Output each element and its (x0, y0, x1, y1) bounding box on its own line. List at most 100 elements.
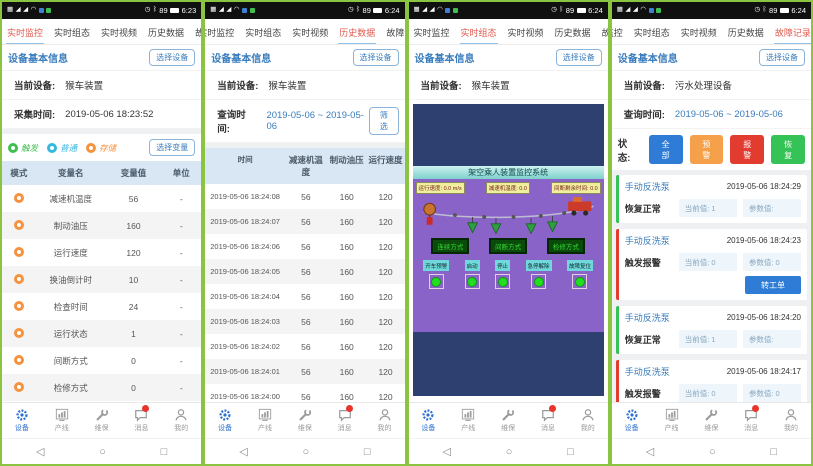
android-back-button[interactable]: ◁ (36, 445, 44, 458)
query-time-range[interactable]: 2019-05-06 ~ 2019-05-06 (266, 110, 369, 132)
android-recents-button[interactable]: □ (567, 446, 574, 458)
tab-realtime-video[interactable]: 实时视频 (680, 19, 718, 45)
tab-fault-record[interactable]: 故障记录 (385, 19, 404, 45)
fault-card: 手动反洗泵 2019-05-06 18:24:17 触发报警 当前值: 0 参数… (616, 360, 807, 402)
mode-intermittent-button[interactable]: 间断方式 (489, 238, 527, 254)
mode-continuous-button[interactable]: 连续方式 (431, 238, 469, 254)
nav-item-production-line[interactable]: 产线 (42, 408, 82, 433)
nav-item-profile[interactable]: 我的 (365, 408, 405, 433)
fault-reset-lamp[interactable] (572, 274, 587, 289)
android-home-button[interactable]: ○ (99, 446, 106, 458)
android-back-button[interactable]: ◁ (646, 445, 654, 458)
filter-restore-button[interactable]: 恢复 (771, 135, 805, 164)
android-home-button[interactable]: ○ (506, 446, 513, 458)
fault-timestamp: 2019-05-06 18:24:17 (727, 367, 801, 376)
tab-realtime-video[interactable]: 实时视频 (100, 19, 138, 45)
tab-realtime-monitor[interactable]: 实时监控 (6, 19, 44, 45)
tab-fault-record[interactable]: 故障记录 (774, 19, 811, 45)
stop-lamp[interactable] (495, 274, 510, 289)
gear-icon (625, 408, 639, 422)
param-value-field: 参数值: 0 (743, 253, 801, 271)
notification-icon (649, 8, 654, 13)
status-time: 6:24 (588, 6, 603, 15)
nav-item-device[interactable]: 设备 (409, 408, 449, 433)
filter-all-button[interactable]: 全部 (649, 135, 683, 164)
battery-level: 89 (159, 6, 167, 15)
select-variable-button[interactable]: 选择变量 (149, 139, 195, 156)
android-back-button[interactable]: ◁ (239, 445, 247, 458)
person-icon (174, 408, 188, 422)
nav-item-messages[interactable]: 消息 (731, 408, 771, 433)
tab-realtime-monitor[interactable]: 实时监控 (413, 19, 451, 45)
estop-release-lamp[interactable] (531, 274, 546, 289)
prestart-warning-lamp[interactable] (429, 274, 444, 289)
android-recents-button[interactable]: □ (364, 446, 371, 458)
nav-item-maintenance[interactable]: 维保 (691, 408, 731, 433)
table-row: 2019-05-06 18:24:0656160120 (205, 234, 404, 259)
tab-realtime-monitor[interactable]: 实时监控 (205, 19, 235, 45)
filter-button[interactable]: 筛选 (369, 107, 398, 135)
fault-device-name: 手动反洗泵 (625, 365, 670, 378)
variable-table[interactable]: 减速机温度56- 制动油压160- 运行速度120- 换油倒计时10- 检查时间… (2, 185, 201, 402)
phone-screen-realtime-config: ▦ ◢ ◢ ◠ ◷ ᛒ 89 6:24 实时监控 实时组态 实时视频 历史数据 (407, 0, 610, 466)
nav-item-device[interactable]: 设备 (2, 408, 42, 433)
fault-record-list[interactable]: 手动反洗泵 2019-05-06 18:24:29 恢复正常 当前值: 1 参数… (612, 170, 811, 402)
nav-item-messages[interactable]: 消息 (528, 408, 568, 433)
start-lamp[interactable] (465, 274, 480, 289)
nav-item-production-line[interactable]: 产线 (448, 408, 488, 433)
select-device-button[interactable]: 选择设备 (149, 49, 195, 66)
nav-item-profile[interactable]: 我的 (771, 408, 811, 433)
android-recents-button[interactable]: □ (161, 446, 168, 458)
tab-history-data[interactable]: 历史数据 (338, 19, 376, 45)
tab-realtime-video[interactable]: 实时视频 (507, 19, 545, 45)
nav-item-maintenance[interactable]: 维保 (488, 408, 528, 433)
tab-realtime-video[interactable]: 实时视频 (291, 19, 329, 45)
signal-icon: ◢ (219, 7, 224, 14)
android-recents-button[interactable]: □ (770, 446, 777, 458)
nav-item-profile[interactable]: 我的 (161, 408, 201, 433)
table-row: 2019-05-06 18:24:0256160120 (205, 334, 404, 359)
query-time-range[interactable]: 2019-05-06 ~ 2019-05-06 (675, 109, 783, 120)
select-device-button[interactable]: 选择设备 (759, 49, 805, 66)
select-device-button[interactable]: 选择设备 (353, 49, 399, 66)
card-title: 设备基本信息 (8, 50, 68, 65)
android-home-button[interactable]: ○ (709, 446, 716, 458)
tab-realtime-config[interactable]: 实时组态 (244, 19, 282, 45)
tab-realtime-config[interactable]: 实时组态 (53, 19, 91, 45)
card-title: 设备基本信息 (618, 50, 678, 65)
android-home-button[interactable]: ○ (302, 446, 309, 458)
tab-realtime-config[interactable]: 实时组态 (460, 19, 498, 45)
filter-alarm-button[interactable]: 报警 (730, 135, 764, 164)
tab-realtime-monitor[interactable]: 实时监控 (612, 19, 624, 45)
nav-item-production-line[interactable]: 产线 (652, 408, 692, 433)
android-back-button[interactable]: ◁ (443, 445, 451, 458)
alarm-icon: ◷ (551, 7, 557, 14)
nav-item-maintenance[interactable]: 维保 (285, 408, 325, 433)
signal-icon: ◢ (625, 7, 630, 14)
mode-overhaul-button[interactable]: 检修方式 (547, 238, 585, 254)
tab-realtime-config[interactable]: 实时组态 (633, 19, 671, 45)
nav-item-maintenance[interactable]: 维保 (82, 408, 122, 433)
table-row: 运行速度120- (2, 239, 201, 266)
tab-fault-record[interactable]: 故障记录 (194, 19, 201, 45)
history-table[interactable]: 2019-05-06 18:24:0856160120 2019-05-06 1… (205, 184, 404, 402)
status-bar: ▦ ◢ ◢ ◠ ◷ ᛒ 89 6:23 (2, 2, 201, 19)
nav-item-messages[interactable]: 消息 (122, 408, 162, 433)
normal-mode-icon (47, 143, 57, 153)
tab-fault-record[interactable]: 故障记录 (601, 19, 608, 45)
tab-history-data[interactable]: 历史数据 (554, 19, 592, 45)
nav-item-device[interactable]: 设备 (612, 408, 652, 433)
tab-history-data[interactable]: 历史数据 (147, 19, 185, 45)
nav-item-profile[interactable]: 我的 (568, 408, 608, 433)
tab-history-data[interactable]: 历史数据 (727, 19, 765, 45)
nav-item-device[interactable]: 设备 (205, 408, 245, 433)
current-device-value: 污水处理设备 (675, 78, 732, 92)
select-device-button[interactable]: 选择设备 (556, 49, 602, 66)
nav-item-production-line[interactable]: 产线 (245, 408, 285, 433)
nav-item-messages[interactable]: 消息 (325, 408, 365, 433)
wrench-icon (501, 408, 515, 422)
create-work-order-button[interactable]: 转工单 (745, 276, 801, 294)
tab-bar: 实时监控 实时组态 实时视频 历史数据 故障记录 远程控制 (205, 19, 404, 45)
fault-card: 手动反洗泵 2019-05-06 18:24:23 触发报警 当前值: 0 参数… (616, 229, 807, 300)
filter-warning-button[interactable]: 预警 (690, 135, 724, 164)
